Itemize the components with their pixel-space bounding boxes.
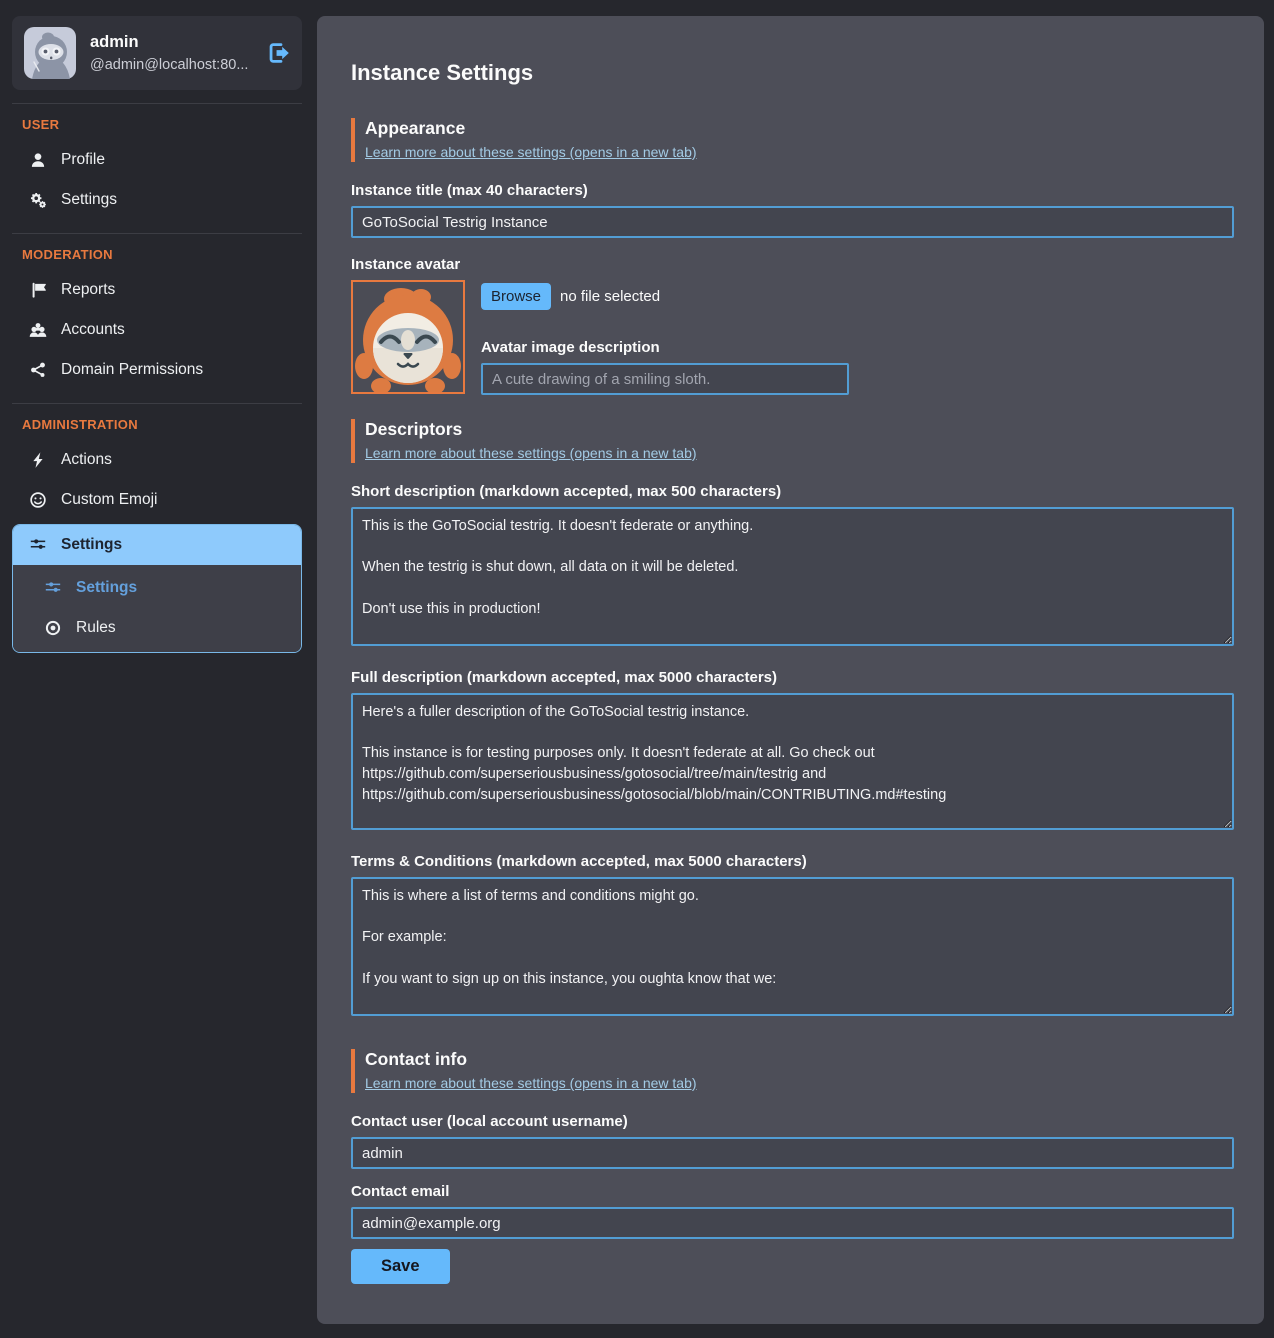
- sidebar-item-label: Rules: [76, 619, 116, 637]
- instance-settings-panel: Instance Settings Appearance Learn more …: [317, 16, 1264, 1324]
- appearance-heading: Appearance: [365, 118, 1234, 139]
- users-icon: [28, 320, 48, 340]
- flag-icon: [28, 280, 48, 300]
- sidebar-item-label: Settings: [76, 579, 137, 597]
- sliders-icon: [28, 535, 48, 555]
- circle-dot-icon: [43, 618, 63, 638]
- instance-avatar-row: Browse no file selected Avatar image des…: [351, 280, 1234, 395]
- sidebar-item-label: Profile: [61, 151, 105, 169]
- sidebar-heading-administration: ADMINISTRATION: [22, 417, 302, 432]
- sidebar-item-label: Reports: [61, 281, 115, 299]
- bolt-icon: [28, 450, 48, 470]
- instance-title-label: Instance title (max 40 characters): [351, 182, 1234, 199]
- sidebar-item-label: Settings: [61, 536, 122, 554]
- sidebar-item-actions[interactable]: Actions: [12, 440, 302, 480]
- sign-out-icon[interactable]: [266, 41, 290, 65]
- no-file-text: no file selected: [560, 288, 660, 305]
- appearance-section-header: Appearance Learn more about these settin…: [351, 118, 1234, 162]
- divider: [12, 403, 302, 404]
- contact-email-label: Contact email: [351, 1183, 1234, 1200]
- save-button[interactable]: Save: [351, 1249, 450, 1284]
- avatar-file-controls: Browse no file selected Avatar image des…: [481, 280, 1234, 395]
- terms-textarea[interactable]: [351, 877, 1234, 1016]
- contact-section-header: Contact info Learn more about these sett…: [351, 1049, 1234, 1093]
- sidebar: admin @admin@localhost:80... USER Profil…: [12, 16, 302, 653]
- sidebar-item-accounts[interactable]: Accounts: [12, 310, 302, 350]
- contact-email-input[interactable]: [351, 1207, 1234, 1239]
- user-card[interactable]: admin @admin@localhost:80...: [12, 16, 302, 90]
- user-avatar-image: [24, 27, 76, 79]
- sidebar-item-settings-user[interactable]: Settings: [12, 180, 302, 220]
- page-title: Instance Settings: [351, 60, 1234, 86]
- sidebar-item-label: Domain Permissions: [61, 361, 203, 379]
- user-names: admin @admin@localhost:80...: [90, 33, 252, 73]
- sidebar-heading-user: USER: [22, 117, 302, 132]
- instance-avatar-label: Instance avatar: [351, 256, 1234, 273]
- sidebar-item-label: Accounts: [61, 321, 125, 339]
- settings-submenu: Settings Rules: [13, 565, 301, 652]
- sidebar-item-profile[interactable]: Profile: [12, 140, 302, 180]
- share-nodes-icon: [28, 360, 48, 380]
- browse-button[interactable]: Browse: [481, 283, 551, 310]
- app-layout: admin @admin@localhost:80... USER Profil…: [0, 0, 1274, 1338]
- sliders-icon: [43, 578, 63, 598]
- sloth-mascot-image: [351, 280, 465, 394]
- descriptors-heading: Descriptors: [365, 419, 1234, 440]
- descriptors-learn-more-link[interactable]: Learn more about these settings (opens i…: [365, 445, 697, 461]
- sidebar-subitem-settings[interactable]: Settings: [13, 568, 301, 608]
- user-handle: @admin@localhost:80...: [90, 57, 252, 73]
- user-display-name: admin: [90, 33, 252, 52]
- divider: [12, 103, 302, 104]
- appearance-learn-more-link[interactable]: Learn more about these settings (opens i…: [365, 144, 697, 160]
- sidebar-item-reports[interactable]: Reports: [12, 270, 302, 310]
- divider: [12, 233, 302, 234]
- terms-label: Terms & Conditions (markdown accepted, m…: [351, 853, 1234, 870]
- gears-icon: [28, 190, 48, 210]
- sidebar-item-domain-permissions[interactable]: Domain Permissions: [12, 350, 302, 390]
- full-description-textarea[interactable]: [351, 693, 1234, 830]
- avatar-description-label: Avatar image description: [481, 339, 1234, 356]
- sidebar-item-label: Settings: [61, 191, 117, 209]
- sidebar-heading-moderation: MODERATION: [22, 247, 302, 262]
- sidebar-subitem-rules[interactable]: Rules: [13, 608, 301, 648]
- full-description-label: Full description (markdown accepted, max…: [351, 669, 1234, 686]
- contact-learn-more-link[interactable]: Learn more about these settings (opens i…: [365, 1075, 697, 1091]
- contact-user-input[interactable]: [351, 1137, 1234, 1169]
- descriptors-section-header: Descriptors Learn more about these setti…: [351, 419, 1234, 463]
- contact-user-label: Contact user (local account username): [351, 1113, 1234, 1130]
- user-icon: [28, 150, 48, 170]
- sidebar-item-label: Actions: [61, 451, 112, 469]
- sidebar-item-custom-emoji[interactable]: Custom Emoji: [12, 480, 302, 520]
- sidebar-item-label: Custom Emoji: [61, 491, 157, 509]
- avatar-description-input[interactable]: [481, 363, 849, 395]
- contact-heading: Contact info: [365, 1049, 1234, 1070]
- sidebar-item-settings-admin[interactable]: Settings: [13, 525, 301, 565]
- settings-group: Settings Settings: [12, 524, 302, 653]
- short-description-textarea[interactable]: [351, 507, 1234, 646]
- smile-icon: [28, 490, 48, 510]
- short-description-label: Short description (markdown accepted, ma…: [351, 483, 1234, 500]
- instance-title-input[interactable]: [351, 206, 1234, 238]
